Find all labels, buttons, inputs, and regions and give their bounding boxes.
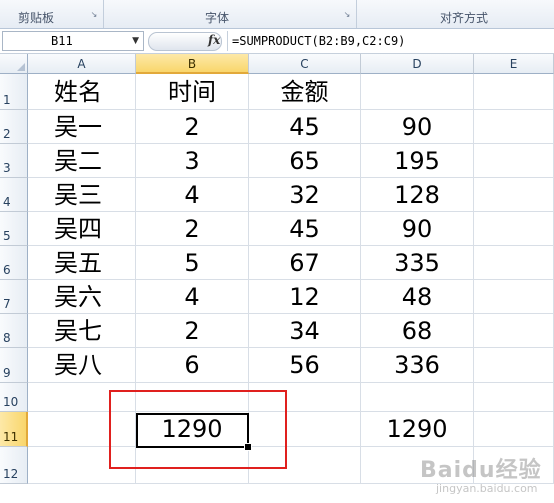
- cell-C2[interactable]: 45: [249, 110, 361, 144]
- column-header-D[interactable]: D: [361, 54, 474, 74]
- cell-B3[interactable]: 3: [136, 144, 249, 178]
- cell-B2[interactable]: 2: [136, 110, 249, 144]
- cell-C4[interactable]: 32: [249, 178, 361, 212]
- ribbon-separator: [356, 0, 357, 28]
- cell-C1[interactable]: 金额: [249, 74, 361, 110]
- insert-function-icon[interactable]: fx: [208, 33, 220, 47]
- row-header-2[interactable]: 2: [0, 110, 28, 144]
- cell-A2[interactable]: 吴一: [28, 110, 136, 144]
- row-header-8[interactable]: 8: [0, 314, 28, 348]
- column-header-E[interactable]: E: [474, 54, 554, 74]
- cell-D5[interactable]: 90: [361, 212, 474, 246]
- cell-D11[interactable]: 1290: [361, 412, 474, 447]
- column-header-B[interactable]: B: [136, 54, 249, 74]
- row-header-12[interactable]: 12: [0, 447, 28, 484]
- cell-C5[interactable]: 45: [249, 212, 361, 246]
- formula-bar: B11 ▼ fx =SUMPRODUCT(B2:B9,C2:C9): [0, 29, 554, 54]
- row-header-10[interactable]: 10: [0, 383, 28, 412]
- clipboard-launcher-icon[interactable]: ↘: [90, 11, 98, 19]
- cell-E4[interactable]: [474, 178, 554, 212]
- cell-D3[interactable]: 195: [361, 144, 474, 178]
- cell-B9[interactable]: 6: [136, 348, 249, 383]
- row-header-7[interactable]: 7: [0, 280, 28, 314]
- column-header-C[interactable]: C: [249, 54, 361, 74]
- row-header-5[interactable]: 5: [0, 212, 28, 246]
- cell-E8[interactable]: [474, 314, 554, 348]
- cell-A4[interactable]: 吴三: [28, 178, 136, 212]
- cell-B7[interactable]: 4: [136, 280, 249, 314]
- cell-A1[interactable]: 姓名: [28, 74, 136, 110]
- cell-E6[interactable]: [474, 246, 554, 280]
- cell-E2[interactable]: [474, 110, 554, 144]
- watermark-logo: Baidu经验: [420, 458, 542, 483]
- cell-B4[interactable]: 4: [136, 178, 249, 212]
- row-header-6[interactable]: 6: [0, 246, 28, 280]
- cell-A9[interactable]: 吴八: [28, 348, 136, 383]
- cell-E1[interactable]: [474, 74, 554, 110]
- cell-C8[interactable]: 34: [249, 314, 361, 348]
- cell-B1[interactable]: 时间: [136, 74, 249, 110]
- row-header-1[interactable]: 1: [0, 74, 28, 110]
- row-header-4[interactable]: 4: [0, 178, 28, 212]
- ribbon-group-alignment: 对齐方式: [440, 11, 489, 25]
- column-header-A[interactable]: A: [28, 54, 136, 74]
- cell-E7[interactable]: [474, 280, 554, 314]
- cell-A6[interactable]: 吴五: [28, 246, 136, 280]
- cell-D2[interactable]: 90: [361, 110, 474, 144]
- cell-D8[interactable]: 68: [361, 314, 474, 348]
- annotation-highlight-box: [109, 390, 287, 469]
- cell-D6[interactable]: 335: [361, 246, 474, 280]
- cell-C7[interactable]: 12: [249, 280, 361, 314]
- ribbon-group-clipboard: 剪贴板: [18, 11, 55, 25]
- cell-C9[interactable]: 56: [249, 348, 361, 383]
- formula-input[interactable]: =SUMPRODUCT(B2:B9,C2:C9): [232, 34, 405, 48]
- ribbon-group-font: 字体: [205, 11, 230, 25]
- formula-bar-divider: [227, 31, 228, 51]
- cell-D4[interactable]: 128: [361, 178, 474, 212]
- cell-A3[interactable]: 吴二: [28, 144, 136, 178]
- ribbon: 剪贴板 ↘ 字体 ↘ 对齐方式: [0, 0, 554, 29]
- cell-E11[interactable]: [474, 412, 554, 447]
- cell-E10[interactable]: [474, 383, 554, 412]
- row-header-11[interactable]: 11: [0, 412, 28, 447]
- name-box-value: B11: [51, 34, 73, 48]
- cell-B6[interactable]: 5: [136, 246, 249, 280]
- cell-E3[interactable]: [474, 144, 554, 178]
- ribbon-separator: [103, 0, 104, 28]
- font-launcher-icon[interactable]: ↘: [343, 11, 351, 19]
- watermark-url: jingyan.baidu.com: [436, 482, 538, 495]
- cell-B5[interactable]: 2: [136, 212, 249, 246]
- cell-C3[interactable]: 65: [249, 144, 361, 178]
- cell-A5[interactable]: 吴四: [28, 212, 136, 246]
- cell-E5[interactable]: [474, 212, 554, 246]
- cell-D9[interactable]: 336: [361, 348, 474, 383]
- cell-D1[interactable]: [361, 74, 474, 110]
- cell-A8[interactable]: 吴七: [28, 314, 136, 348]
- chevron-down-icon[interactable]: ▼: [132, 32, 139, 50]
- cell-E9[interactable]: [474, 348, 554, 383]
- row-header-3[interactable]: 3: [0, 144, 28, 178]
- cell-A7[interactable]: 吴六: [28, 280, 136, 314]
- row-header-9[interactable]: 9: [0, 348, 28, 383]
- select-all-icon: [17, 63, 25, 71]
- cell-B8[interactable]: 2: [136, 314, 249, 348]
- name-box[interactable]: B11 ▼: [2, 31, 144, 51]
- cell-D10[interactable]: [361, 383, 474, 412]
- cell-D7[interactable]: 48: [361, 280, 474, 314]
- select-all-button[interactable]: [0, 54, 28, 74]
- cell-C6[interactable]: 67: [249, 246, 361, 280]
